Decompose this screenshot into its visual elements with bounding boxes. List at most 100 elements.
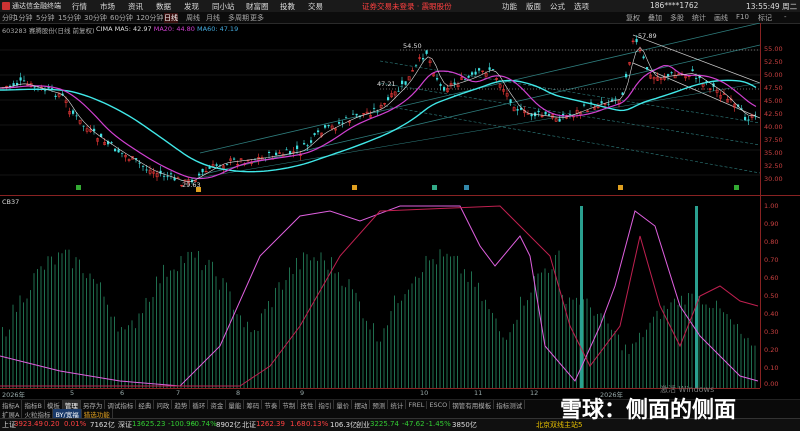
histogram-bar [275,287,276,388]
toolbar-statistics[interactable]: 统计 [692,13,706,23]
histogram-bar [397,303,399,388]
histogram-bar [373,323,374,388]
histogram-bar [642,337,644,388]
menu-item-layout[interactable]: 版面 [526,1,541,12]
tab-item[interactable]: FREL [406,401,428,409]
histogram-bar [30,290,31,388]
tab-item[interactable]: 火粒指标 [22,408,54,419]
candle-body [558,118,561,122]
candle-body [744,116,747,121]
histogram-bar [107,304,108,388]
indicator-tick: 0.20 [764,346,779,354]
histogram-bar [250,332,252,388]
candle-body [166,176,169,178]
period-tab-multi[interactable]: 多周期 [228,13,249,23]
tab-item[interactable]: 猎选功能 [82,408,113,419]
toolbar-f10[interactable]: F10 [736,13,749,21]
menu-item-markets[interactable]: 市场 [100,1,115,12]
tab-item[interactable]: BY/宽福 [53,408,82,419]
period-tab-1min[interactable]: 1分钟 [14,13,32,23]
histogram-bar [730,319,731,388]
period-tab-daily[interactable]: 日线 [164,13,178,23]
account-label[interactable]: 186****1762 [650,1,698,10]
histogram-bar [86,278,87,388]
histogram-bar [16,311,17,388]
histogram-bar [439,249,441,388]
indicator-chart[interactable] [0,196,760,388]
menu-item-trade[interactable]: 交易 [308,1,323,12]
histogram-bar [201,270,203,388]
histogram-bar [12,304,14,388]
candle-body [474,71,477,75]
toolbar-mark[interactable]: 标记 [758,13,772,23]
kline-chart[interactable] [0,23,760,195]
period-tab-30min[interactable]: 30分钟 [84,13,107,23]
period-tab-more[interactable]: 更多 [250,13,264,23]
x-label: 10 [420,389,429,397]
candle-body [439,84,442,86]
indicator-tick: 0.90 [764,220,779,228]
histogram-bar [103,296,105,388]
clock-label: 13:55:49 周二 [746,2,798,11]
menu-item-discover[interactable]: 发现 [184,1,199,12]
toolbar-restore-rights[interactable]: 复权 [626,13,640,23]
histogram-bar [572,299,574,388]
menu-item-function[interactable]: 功能 [502,1,517,12]
menu-item-news[interactable]: 资讯 [128,1,143,12]
histogram-bar [481,301,483,388]
histogram-bar [75,257,77,388]
menu-item-data[interactable]: 数据 [156,1,171,12]
histogram-bar [131,320,133,388]
candle-body [296,145,299,150]
histogram-bar [625,344,626,388]
watermark: 雪球：侧面的侧面 [560,398,737,423]
histogram-bar [187,251,189,388]
tab-item[interactable]: 扩展A [0,408,23,419]
trade-login-notice[interactable]: 证券交易未登录 · 震眼股份 [362,1,452,12]
menu-item-wealth[interactable]: 财富圈 [246,1,269,12]
candle-body [313,133,316,135]
cy-index-change: -47.62 [402,420,425,428]
price-tick: 37.50 [764,136,783,144]
candle-body [352,113,355,115]
menu-item-education[interactable]: 投教 [280,1,295,12]
menu-item-station[interactable]: 同小站 [212,1,235,12]
histogram-bar [205,265,206,388]
histogram-bar [79,259,80,388]
histogram-bar [464,269,465,388]
histogram-bar [436,264,437,388]
period-tab-120min[interactable]: 120分钟 [136,13,163,23]
menu-item-options[interactable]: 选项 [574,1,589,12]
menu-item-market[interactable]: 行情 [72,1,87,12]
period-tab-weekly[interactable]: 周线 [186,13,200,23]
toolbar-multi-stock[interactable]: 多股 [670,13,684,23]
menu-item-formula[interactable]: 公式 [550,1,565,12]
tab-item[interactable]: ESCO [427,401,451,409]
toolbar-overlay[interactable]: 叠加 [648,13,662,23]
candle-body [422,58,425,60]
x-label: 12 [530,389,539,397]
histogram-bar [184,263,185,388]
annotation-high1: 54.50 [403,42,422,50]
period-tab-60min[interactable]: 60分钟 [110,13,133,23]
histogram-bar [58,252,59,388]
price-tick: 40.00 [764,123,783,131]
period-tab-15min[interactable]: 15分钟 [58,13,81,23]
candle-body [478,68,481,71]
histogram-bar [215,276,217,388]
histogram-bar [247,321,248,388]
histogram-bar [40,266,42,388]
stock-title: 603283 赛腾股份(日线 前复权) [2,27,95,35]
sz-index-change: -100.96 [168,420,196,428]
toolbar-minimize[interactable]: - [784,13,787,21]
event-markers [76,185,739,192]
toolbar-draw[interactable]: 画线 [714,13,728,23]
histogram-bar [460,273,462,388]
indicator-tick: 0.70 [764,256,779,264]
histogram-bar [219,289,220,388]
period-tab-5min[interactable]: 5分钟 [36,13,54,23]
candle-body [607,103,610,105]
period-tab-monthly[interactable]: 月线 [206,13,220,23]
histogram-bar [719,308,721,388]
histogram-bar [310,260,311,388]
